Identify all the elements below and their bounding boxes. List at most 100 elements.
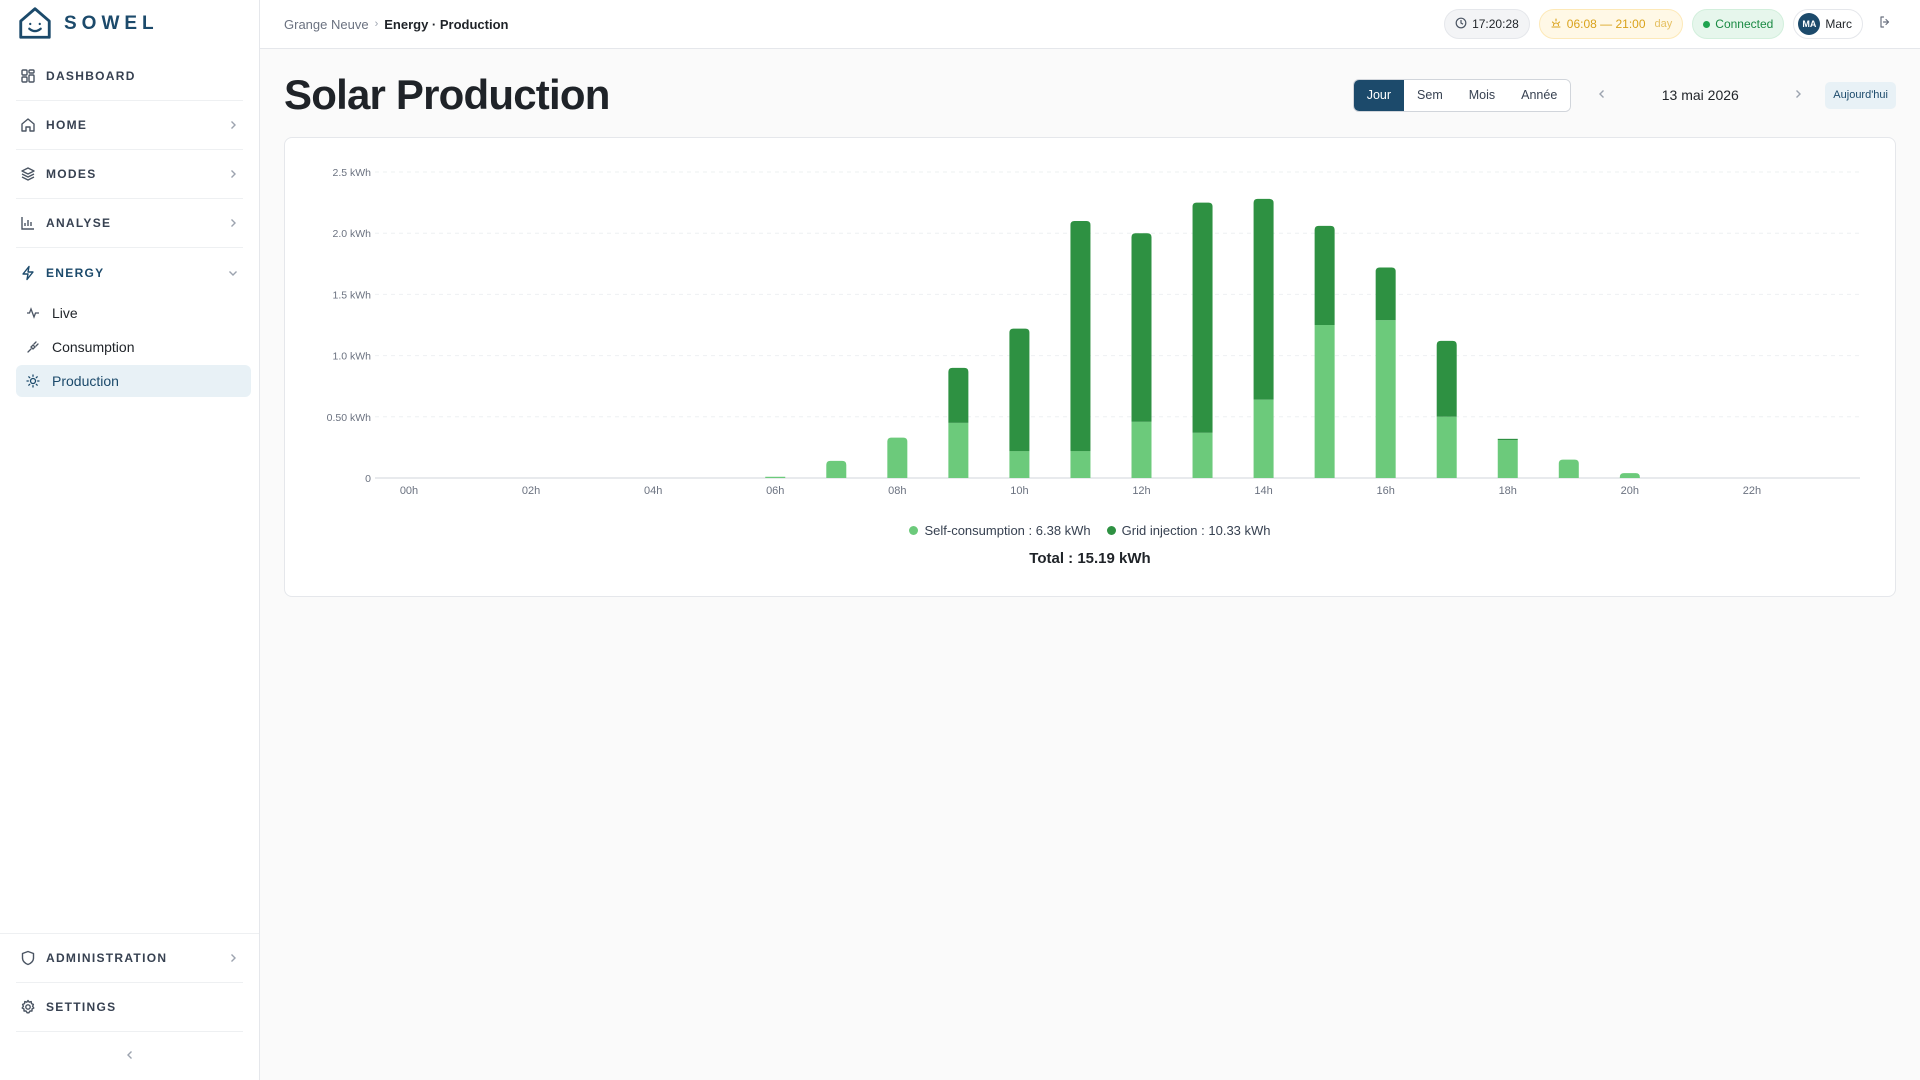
chevron-right-icon xyxy=(227,217,239,229)
x-tick-label: 18h xyxy=(1499,485,1517,497)
sidebar: SOWEL DASHBOARD HOME MODES ANALYSE ENERG… xyxy=(0,0,260,1080)
period-week-button[interactable]: Sem xyxy=(1404,79,1456,111)
nav-item-settings[interactable]: SETTINGS xyxy=(16,983,243,1032)
bar-grid-injection xyxy=(1497,438,1518,441)
bar-self-consumption xyxy=(1375,320,1396,478)
legend-self-consumption[interactable]: Self-consumption : 6.38 kWh xyxy=(909,523,1091,538)
brand[interactable]: SOWEL xyxy=(0,0,259,48)
bar-chart-icon xyxy=(20,215,36,231)
sidebar-item-consumption[interactable]: Consumption xyxy=(16,331,251,363)
avatar: MA xyxy=(1798,13,1821,35)
nav-item-analyse[interactable]: ANALYSE xyxy=(16,199,243,248)
bar-self-consumption xyxy=(1619,473,1640,478)
period-month-button[interactable]: Mois xyxy=(1455,79,1509,111)
bar-self-consumption xyxy=(1253,399,1274,478)
sun-tag: day xyxy=(1654,18,1673,30)
nav-item-dashboard[interactable]: DASHBOARD xyxy=(16,52,243,101)
bar-grid-injection xyxy=(1192,202,1213,433)
bar-grid-injection xyxy=(1314,225,1335,325)
page-header: Solar Production Jour Sem Mois Année 13 … xyxy=(284,71,1896,119)
bar-self-consumption xyxy=(1192,432,1213,478)
x-tick-label: 08h xyxy=(888,485,906,497)
breadcrumb-current: Energy · Production xyxy=(384,16,509,32)
bar-self-consumption xyxy=(1009,451,1030,478)
y-tick-label: 2.0 kWh xyxy=(332,228,371,240)
nav-label: ENERGY xyxy=(46,265,105,280)
activity-icon xyxy=(26,306,40,320)
production-chart-card: 0 0.50 kWh 1.0 kWh 1.5 kWh 2.0 kWh 2.5 kWh 00h… xyxy=(284,137,1896,597)
bar-self-consumption xyxy=(1558,459,1579,478)
nav-item-home[interactable]: HOME xyxy=(16,101,243,150)
today-button[interactable]: Aujourd'hui xyxy=(1825,81,1896,109)
breadcrumb-root[interactable]: Grange Neuve xyxy=(284,17,369,32)
plug-icon xyxy=(26,340,40,354)
x-tick-label: 00h xyxy=(400,485,418,497)
sidebar-item-production[interactable]: Production xyxy=(16,365,251,397)
sub-item-label: Live xyxy=(52,305,78,321)
house-logo-icon xyxy=(16,4,54,45)
bar-self-consumption xyxy=(887,437,908,478)
chevron-right-icon xyxy=(1792,88,1804,103)
nav-item-administration[interactable]: ADMINISTRATION xyxy=(16,934,243,983)
bar-self-consumption xyxy=(1497,440,1518,478)
sub-item-label: Production xyxy=(52,373,119,389)
bar-grid-injection xyxy=(948,367,969,423)
sun-times-badge: 06:08 — 21:00 day xyxy=(1538,9,1684,39)
x-tick-label: 14h xyxy=(1254,485,1272,497)
chevron-right-icon xyxy=(227,119,239,131)
bar-self-consumption xyxy=(1436,416,1457,478)
chart-legend: Self-consumption : 6.38 kWh Grid injecti… xyxy=(285,523,1895,538)
bar-grid-injection xyxy=(1375,267,1396,321)
total-production: Total : 15.19 kWh xyxy=(1029,550,1151,567)
nav-item-energy[interactable]: ENERGY xyxy=(16,248,243,297)
previous-date-button[interactable] xyxy=(1589,82,1615,108)
layers-icon xyxy=(20,166,36,182)
legend-grid-injection[interactable]: Grid injection : 10.33 kWh xyxy=(1106,523,1271,538)
nav-label: ADMINISTRATION xyxy=(46,951,168,965)
chevron-left-icon xyxy=(1596,88,1608,103)
nav-label: SETTINGS xyxy=(46,1000,117,1014)
nav-label: DASHBOARD xyxy=(46,69,136,83)
bar-self-consumption xyxy=(1131,421,1152,478)
home-icon xyxy=(20,117,36,133)
user-menu[interactable]: MA Marc xyxy=(1793,9,1863,39)
y-tick-label: 1.5 kWh xyxy=(332,289,371,301)
y-tick-label: 1.0 kWh xyxy=(332,351,371,363)
clock-time: 17:20:28 xyxy=(1472,17,1519,31)
logout-icon[interactable] xyxy=(1878,15,1896,33)
next-date-button[interactable] xyxy=(1785,82,1811,108)
sunrise-icon xyxy=(1550,17,1562,32)
bar-self-consumption xyxy=(826,460,847,478)
nav-item-modes[interactable]: MODES xyxy=(16,150,243,199)
current-date: 13 mai 2026 xyxy=(1661,87,1739,103)
gear-icon xyxy=(20,999,36,1015)
legend-label: Grid injection : 10.33 kWh xyxy=(1121,523,1271,538)
x-tick-label: 02h xyxy=(522,485,540,497)
sidebar-item-live[interactable]: Live xyxy=(16,297,251,329)
breadcrumb-separator-icon: › xyxy=(374,18,379,30)
connection-status-badge: Connected xyxy=(1692,9,1785,39)
y-tick-label: 0.50 kWh xyxy=(327,412,372,424)
bar-grid-injection xyxy=(1436,340,1457,417)
period-year-button[interactable]: Année xyxy=(1508,79,1571,111)
nav-label: HOME xyxy=(46,118,88,132)
bar-grid-injection xyxy=(1009,328,1030,452)
legend-dot-self-consumption xyxy=(909,526,919,535)
status-dot-icon xyxy=(1703,20,1711,28)
grid-icon xyxy=(20,68,36,84)
nav-label: ANALYSE xyxy=(46,216,112,230)
bar-self-consumption xyxy=(948,422,969,478)
bar-self-consumption xyxy=(1314,325,1335,478)
chevron-right-icon xyxy=(227,952,239,964)
date-navigator: 13 mai 2026 Aujourd'hui xyxy=(1589,81,1896,109)
period-day-button[interactable]: Jour xyxy=(1353,79,1405,111)
collapse-sidebar-button[interactable] xyxy=(0,1032,259,1080)
page-title: Solar Production xyxy=(284,71,610,118)
content: Solar Production Jour Sem Mois Année 13 … xyxy=(260,49,1920,619)
clock-badge: 17:20:28 xyxy=(1444,9,1530,39)
bar-grid-injection xyxy=(1131,233,1152,422)
x-tick-label: 04h xyxy=(644,485,662,497)
brand-name: SOWEL xyxy=(64,13,159,34)
bar-grid-injection xyxy=(1070,220,1091,452)
chevron-right-icon xyxy=(227,168,239,180)
